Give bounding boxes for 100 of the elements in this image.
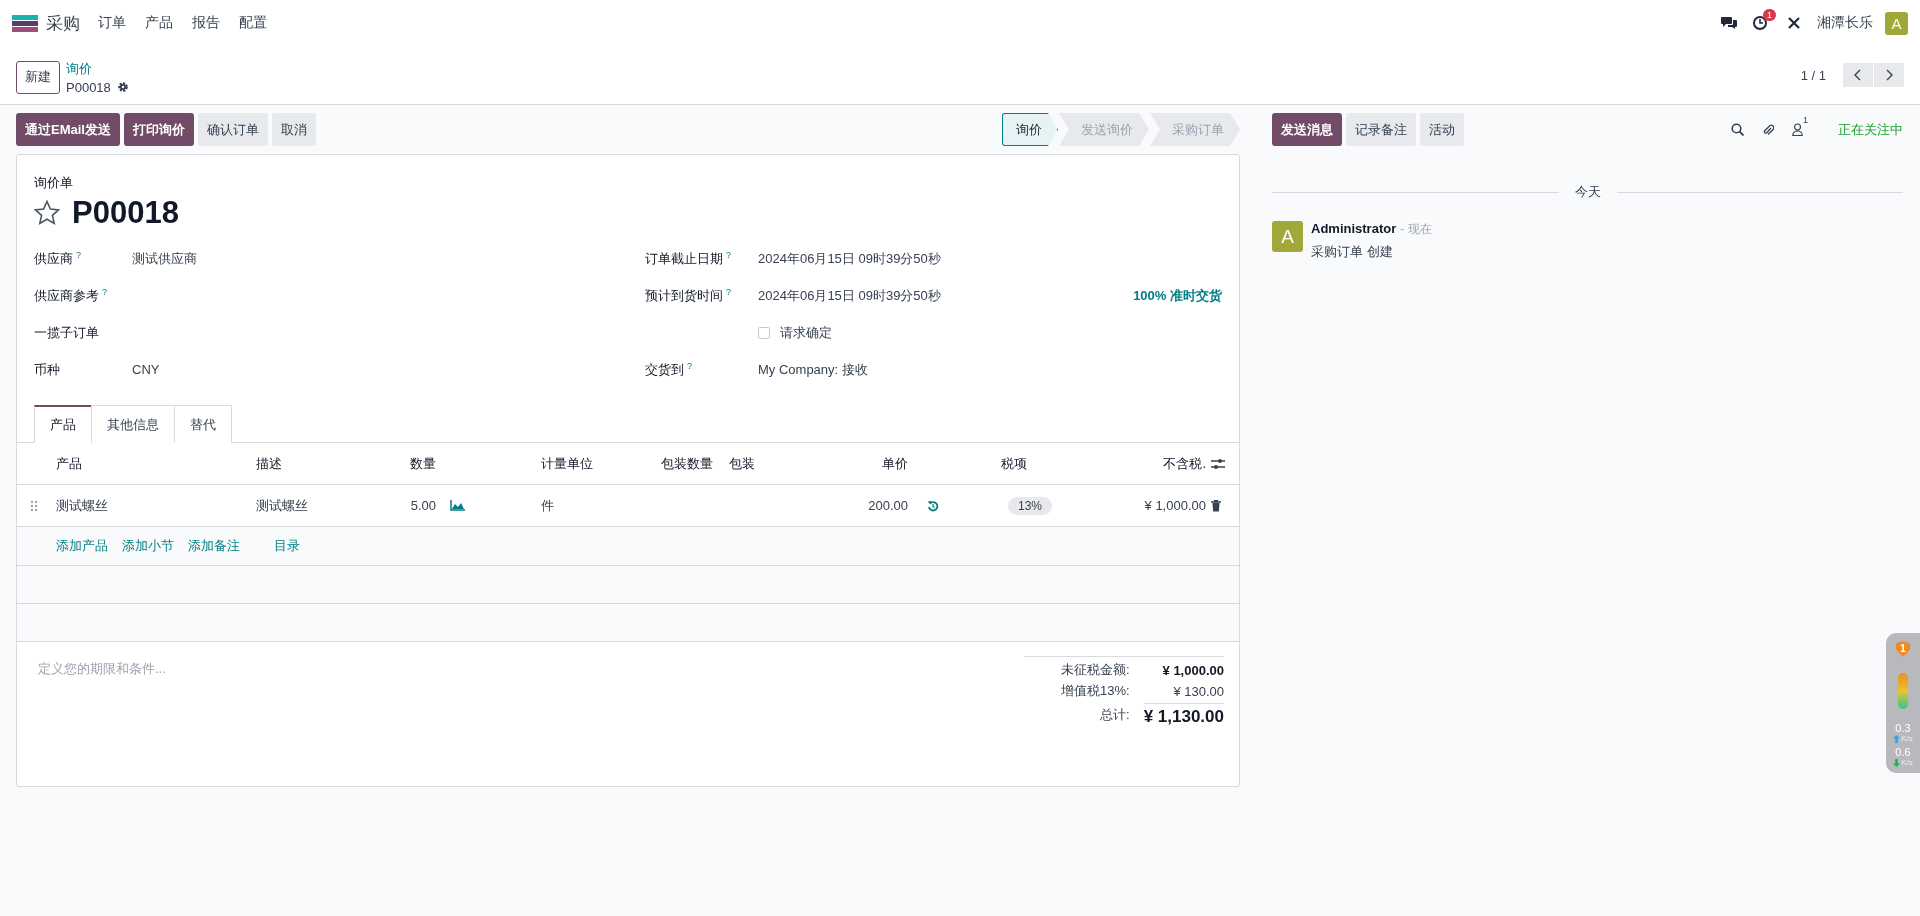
menu-item[interactable]: 配置 — [239, 14, 267, 32]
menu-item[interactable]: 产品 — [145, 14, 173, 32]
chevron-left-icon — [1854, 69, 1862, 81]
add-line-link[interactable]: 目录 — [274, 537, 300, 555]
breadcrumb-link[interactable]: 询价 — [66, 59, 129, 78]
action-button[interactable]: 通过EMail发送 — [16, 113, 120, 146]
history-icon[interactable] — [927, 499, 939, 512]
star-icon[interactable] — [34, 200, 60, 226]
record-name: P00018 — [66, 79, 111, 95]
total-value: ¥ 1,130.00 — [1143, 703, 1224, 727]
menu-item[interactable]: 报告 — [192, 14, 220, 32]
field-label: 供应商参考 — [34, 287, 99, 303]
field-label: 一揽子订单 — [34, 324, 99, 340]
action-button[interactable]: 打印询价 — [123, 113, 194, 146]
down-arrow-icon — [1893, 758, 1901, 767]
speed-unit: K/s — [1901, 758, 1913, 767]
table-cell-text: 5.00 — [409, 498, 437, 513]
new-button[interactable]: 新建 — [16, 60, 60, 94]
field-label: 预计到货时间 — [645, 287, 723, 303]
message-time: - 现在 — [1400, 222, 1432, 236]
app-name[interactable]: 采购 — [46, 11, 80, 35]
menu-item[interactable]: 订单 — [98, 14, 126, 32]
field-value[interactable]: 2024年06月15日 09时39分50秒 — [758, 249, 941, 268]
signal-bar — [1898, 673, 1908, 709]
column-header[interactable]: 包装 — [724, 454, 791, 473]
gear-icon[interactable] — [116, 81, 129, 93]
up-arrow-icon — [1893, 734, 1901, 743]
field-label: 订单截止日期 — [645, 250, 723, 266]
add-line-link[interactable]: 添加备注 — [188, 537, 240, 555]
speed-unit: K/s — [1901, 734, 1913, 743]
on-time-rate: 100% 准时交货 — [1133, 286, 1222, 305]
checkbox-label[interactable]: 请求确定 — [780, 323, 832, 342]
action-button[interactable]: 取消 — [271, 113, 316, 146]
table-cell-text: 测试螺丝 — [255, 496, 309, 515]
app-logo[interactable] — [12, 14, 38, 32]
help-mark[interactable]: ? — [76, 249, 81, 260]
table-cell-text: ¥ 1,000.00 — [1143, 498, 1207, 513]
status-step[interactable]: 询价 — [1002, 113, 1058, 146]
date-separator: 今天 — [1574, 183, 1601, 201]
column-header[interactable]: 产品 — [51, 454, 251, 473]
upload-speed: 0.3 — [1895, 723, 1911, 734]
notification-badge: 1 — [1763, 9, 1776, 21]
drag-handle-icon[interactable] — [30, 499, 38, 512]
add-line-link[interactable]: 添加产品 — [56, 537, 108, 555]
table-cell-text: 测试螺丝 — [55, 496, 109, 515]
total-label: 增值税13%: — [1060, 682, 1130, 700]
message-body: 采购订单 创建 — [1311, 243, 1394, 261]
clock-icon[interactable] — [1753, 16, 1767, 30]
help-mark[interactable]: ? — [726, 249, 731, 260]
message-author[interactable]: Administrator — [1311, 221, 1397, 236]
field-value[interactable]: 测试供应商 — [132, 249, 197, 268]
settings-sliders-icon[interactable] — [1211, 457, 1225, 470]
field-label: 供应商 — [34, 250, 73, 266]
tab[interactable]: 其他信息 — [91, 405, 175, 443]
chevron-right-icon — [1885, 69, 1893, 81]
table-cell-text: 件 — [540, 496, 555, 515]
pager-value: 1 / 1 — [1800, 67, 1826, 83]
column-header[interactable]: 单价 — [791, 454, 913, 473]
paperclip-icon[interactable] — [1762, 122, 1774, 137]
document-type: 询价单 — [34, 174, 74, 192]
total-label: 总计: — [1099, 706, 1130, 724]
field-value[interactable]: My Company: 接收 — [758, 360, 868, 379]
add-line-link[interactable]: 添加小节 — [122, 537, 174, 555]
table-cell-text: 200.00 — [867, 498, 909, 513]
checkbox[interactable] — [758, 326, 770, 339]
company-name[interactable]: 湘潭长乐 — [1817, 14, 1873, 32]
field-value[interactable]: CNY — [132, 362, 160, 377]
chatter-button[interactable]: 活动 — [1420, 113, 1464, 146]
column-header[interactable]: 数量 — [396, 454, 441, 473]
total-label: 未征税金额: — [1060, 661, 1130, 679]
tab[interactable]: 产品 — [34, 405, 92, 443]
help-mark[interactable]: ? — [102, 286, 107, 297]
action-button[interactable]: 确认订单 — [197, 113, 268, 146]
column-header[interactable]: 税项 — [996, 454, 1091, 473]
following-status[interactable]: 正在关注中 — [1838, 120, 1903, 139]
chatter-button[interactable]: 发送消息 — [1272, 113, 1342, 146]
search-icon[interactable] — [1731, 123, 1744, 136]
column-header[interactable]: 计量单位 — [536, 454, 656, 473]
download-speed: 0.6 — [1895, 747, 1911, 758]
field-value[interactable]: 2024年06月15日 09时39分50秒 — [758, 286, 941, 305]
author-avatar: A — [1272, 221, 1303, 252]
chatter-button[interactable]: 记录备注 — [1346, 113, 1416, 146]
follower-count: 1 — [1803, 115, 1808, 127]
column-header[interactable]: 包装数量 — [656, 454, 724, 473]
help-mark[interactable]: ? — [687, 360, 692, 371]
trash-icon[interactable] — [1211, 499, 1221, 512]
tax-tag: 13% — [1008, 496, 1053, 515]
record-title: P00018 — [72, 195, 179, 231]
field-label: 币种 — [34, 361, 60, 377]
person-icon[interactable] — [1792, 123, 1803, 136]
field-label: 交货到 — [645, 361, 684, 377]
tab[interactable]: 替代 — [174, 405, 232, 443]
column-header[interactable]: 描述 — [251, 454, 396, 473]
total-value: ¥ 130.00 — [1172, 683, 1224, 699]
chat-icon[interactable] — [1721, 16, 1737, 30]
help-mark[interactable]: ? — [726, 286, 731, 297]
area-chart-icon[interactable] — [450, 500, 465, 511]
total-value: ¥ 1,000.00 — [1161, 662, 1224, 678]
shield-badge: 1 — [1896, 641, 1910, 657]
column-header[interactable]: 不含税. — [1091, 454, 1211, 473]
